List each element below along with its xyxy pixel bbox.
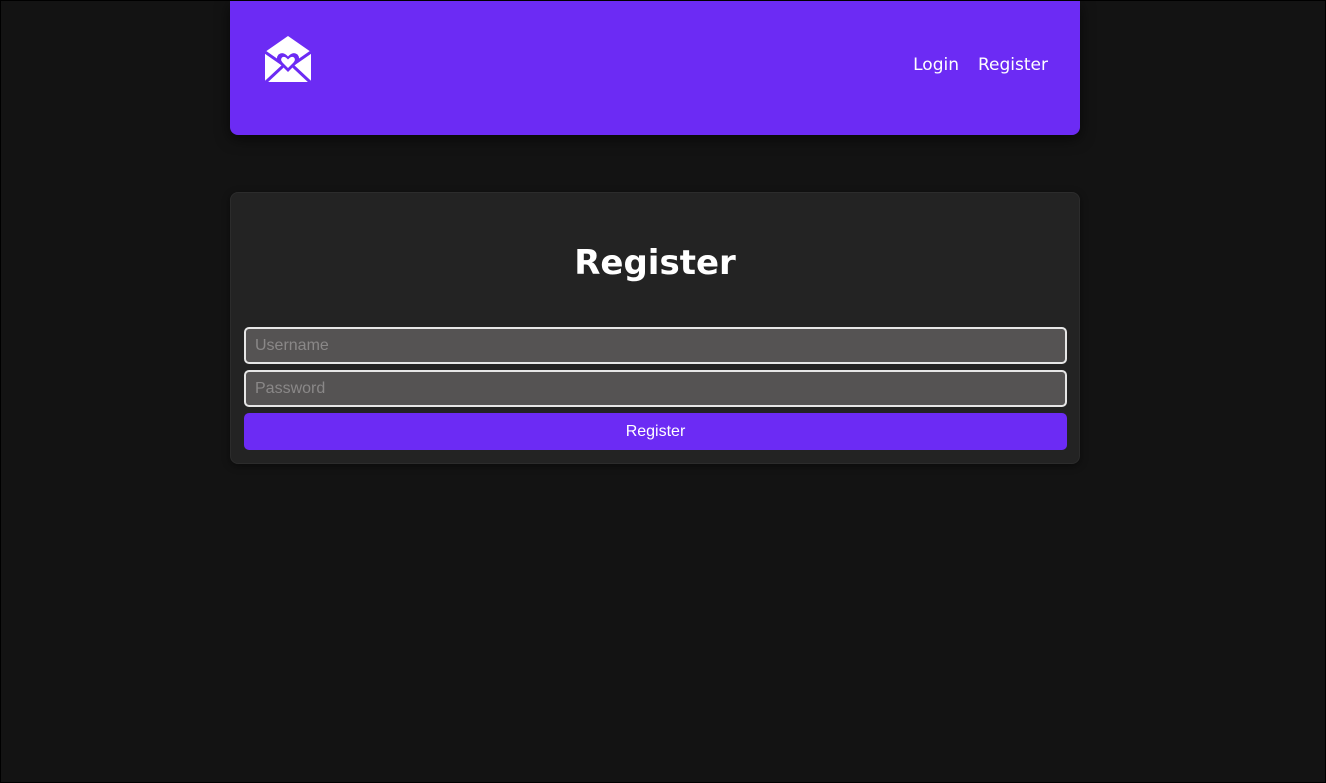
page-title: Register: [574, 243, 736, 283]
envelope-heart-icon[interactable]: [262, 33, 314, 85]
username-input[interactable]: [244, 327, 1067, 364]
register-button[interactable]: Register: [244, 413, 1067, 450]
main-nav: Login Register: [913, 52, 1048, 78]
register-card: Register Register: [230, 192, 1080, 464]
site-header: Login Register: [230, 1, 1080, 135]
nav-login-link[interactable]: Login: [913, 52, 959, 78]
password-input[interactable]: [244, 370, 1067, 407]
nav-register-link[interactable]: Register: [978, 52, 1048, 78]
